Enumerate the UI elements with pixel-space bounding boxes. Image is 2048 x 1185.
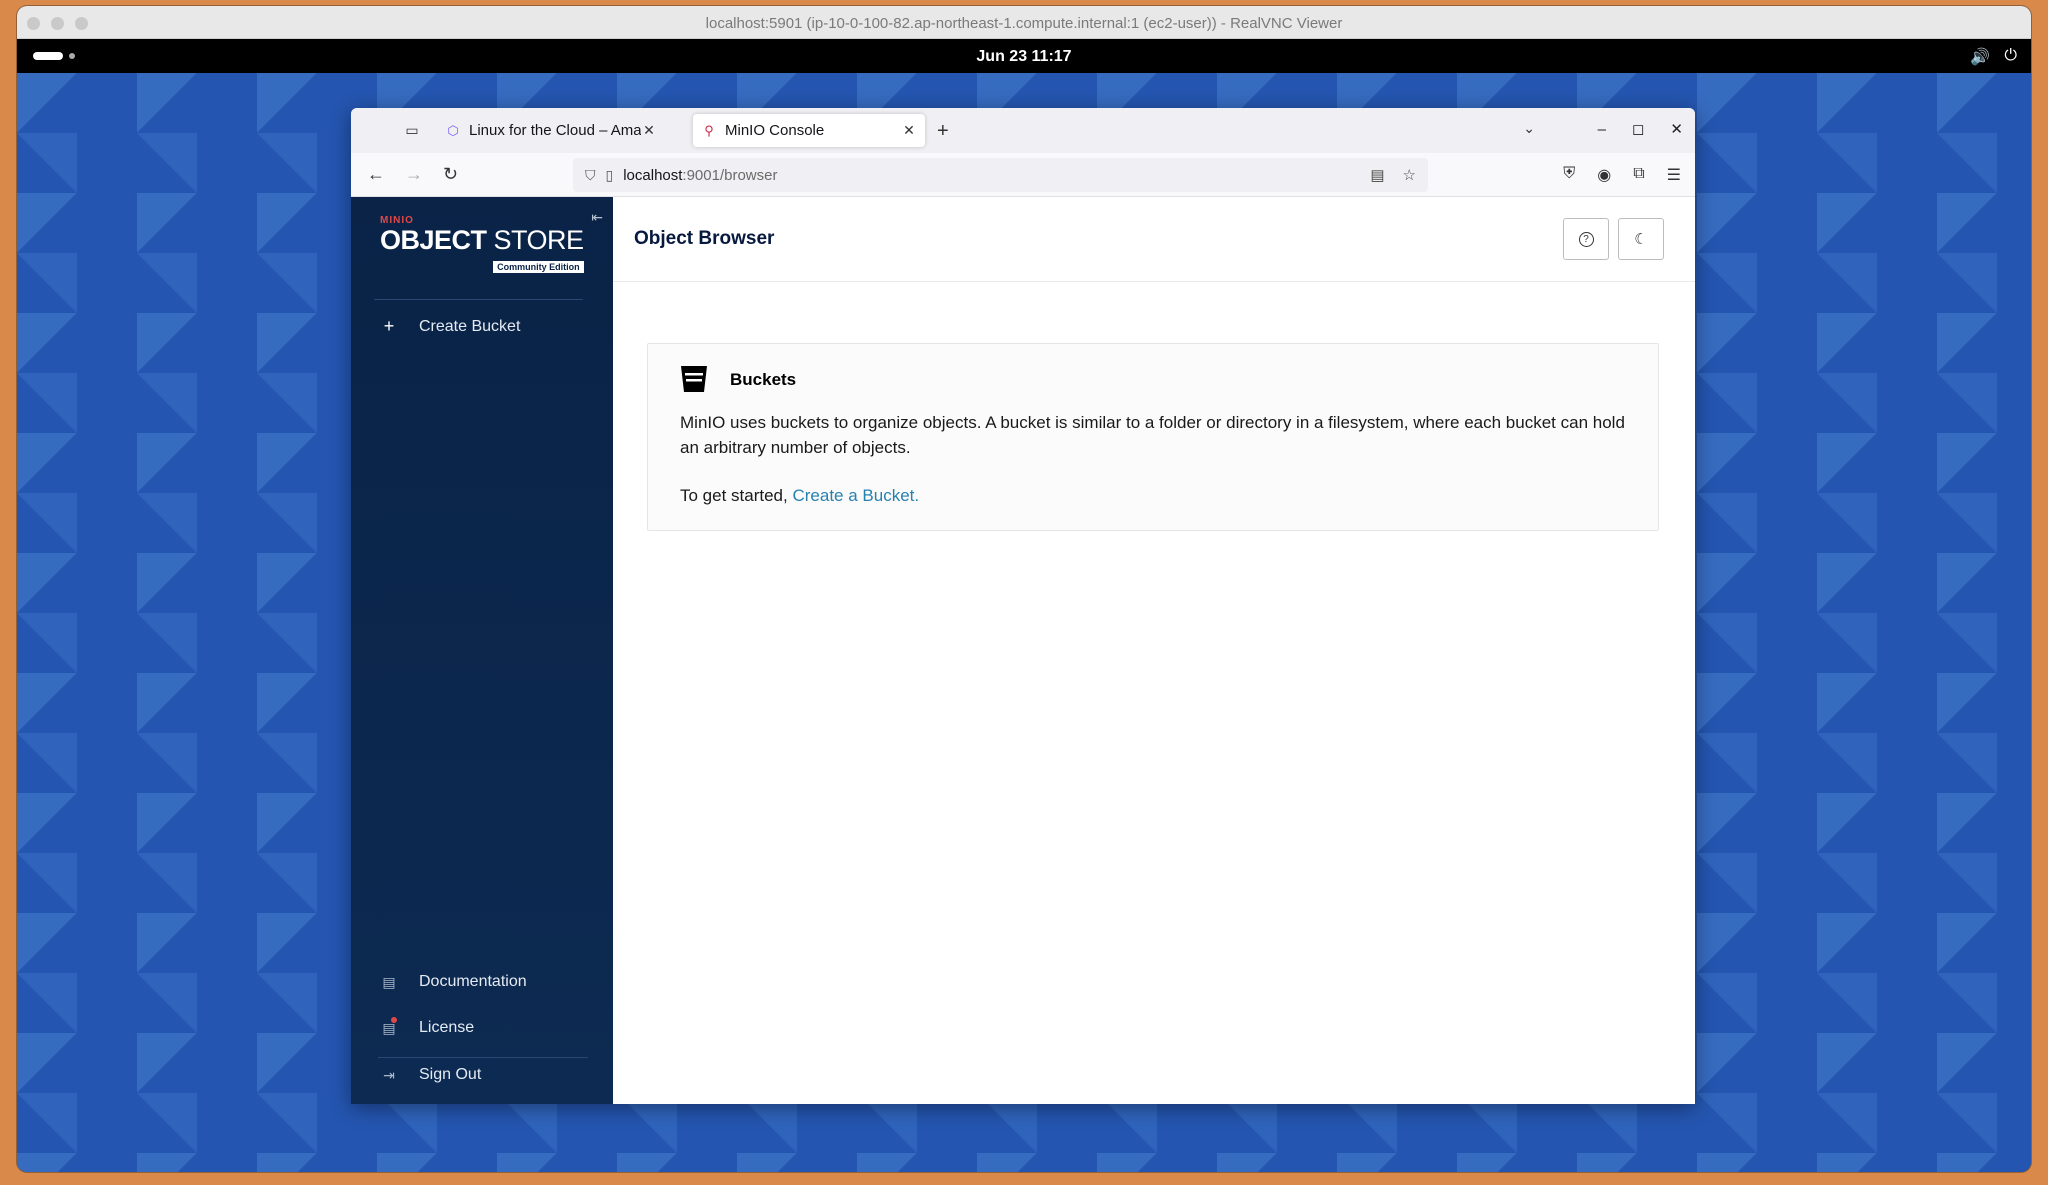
vnc-titlebar: localhost:5901 (ip-10-0-100-82.ap-northe…	[17, 6, 2031, 39]
moon-icon: ☾	[1634, 231, 1648, 248]
minimize-icon[interactable]: –	[1598, 121, 1606, 138]
account-icon[interactable]: ◉	[1597, 165, 1611, 185]
tab-label: MinIO Console	[725, 122, 825, 139]
minio-logo[interactable]: MINIO OBJECT STORE Community Edition	[380, 215, 585, 273]
tab-label: Linux for the Cloud – Ama	[469, 122, 641, 139]
get-started-prefix: To get started,	[680, 486, 788, 505]
logo-store: STORE	[493, 225, 585, 255]
back-icon[interactable]: ←	[367, 164, 385, 185]
sign-out-icon: ⇥	[383, 1066, 395, 1083]
reload-icon[interactable]: ↻	[443, 164, 458, 185]
buckets-info-card: Buckets MinIO uses buckets to organize o…	[647, 343, 1659, 531]
sidebar-item-label: Documentation	[419, 973, 527, 990]
sidebar-divider	[374, 299, 583, 300]
menu-icon[interactable]: ☰	[1667, 165, 1681, 185]
card-title: Buckets	[730, 370, 797, 389]
help-icon: ?	[1578, 231, 1594, 247]
help-button[interactable]: ?	[1563, 218, 1609, 260]
pocket-icon[interactable]: ⛨	[1563, 165, 1575, 185]
new-tab-button[interactable]: +	[937, 120, 949, 143]
main-content: Object Browser ? ☾ Buckets MinIO uses bu…	[613, 197, 1695, 1104]
vnc-window: localhost:5901 (ip-10-0-100-82.ap-northe…	[17, 6, 2031, 1172]
get-started-text: To get started, Create a Bucket.	[680, 486, 919, 506]
window-controls: – ◻ ✕	[1598, 120, 1683, 139]
clock[interactable]: Jun 23 11:17	[17, 48, 2031, 66]
page-header: Object Browser ? ☾	[613, 197, 1695, 282]
reader-view-icon[interactable]: ▤	[1370, 166, 1384, 184]
maximize-icon[interactable]: ◻	[1632, 120, 1644, 138]
url-path: :9001/browser	[682, 166, 778, 184]
close-icon[interactable]: ✕	[901, 122, 917, 139]
firefox-window: ▭ ⬡ Linux for the Cloud – Ama ✕ ⚲ MinIO …	[351, 108, 1695, 1104]
sidebar: MINIO OBJECT STORE Community Edition ⇤ +…	[351, 197, 613, 1104]
edition-badge: Community Edition	[493, 261, 584, 273]
minio-icon: ⚲	[704, 122, 714, 138]
sidebar-item-label: Create Bucket	[419, 317, 521, 335]
system-tray[interactable]: 🔊 ⏻	[1970, 47, 2017, 67]
sidebar-item-create-bucket[interactable]: + Create Bucket	[381, 316, 521, 337]
collapse-sidebar-icon[interactable]: ⇤	[591, 209, 603, 226]
sidebar-item-label: Sign Out	[419, 1066, 482, 1083]
navigation-bar: ← → ↻ ⛉ ▯ localhost:9001/browser ▤ ☆ ⛨ ◉…	[351, 153, 1695, 197]
close-icon[interactable]: ✕	[1670, 120, 1683, 138]
forward-icon[interactable]: →	[405, 164, 423, 185]
sidebar-item-documentation[interactable]: ▤ Documentation	[381, 973, 527, 991]
tab-list-icon[interactable]: ▭	[403, 122, 421, 138]
license-icon: ▤	[381, 1017, 397, 1037]
plus-icon: +	[383, 316, 395, 336]
shield-icon[interactable]: ⛉	[585, 167, 596, 184]
url-bar[interactable]: ⛉ ▯ localhost:9001/browser ▤ ☆	[573, 158, 1428, 192]
chevron-down-icon[interactable]: ⌄	[1523, 120, 1535, 137]
page-title: Object Browser	[634, 228, 775, 249]
gnome-top-bar: Jun 23 11:17 🔊 ⏻	[17, 39, 2031, 73]
bookmark-star-icon[interactable]: ☆	[1403, 166, 1416, 184]
tab-linux-cloud[interactable]: ⬡ Linux for the Cloud – Ama ✕	[437, 114, 665, 147]
sidebar-divider	[378, 1057, 588, 1058]
toolbar-right: ⛨ ◉ ⧉ ☰	[1563, 165, 1681, 185]
power-icon[interactable]: ⏻	[2004, 47, 2017, 67]
close-icon[interactable]: ✕	[641, 122, 657, 139]
dark-mode-button[interactable]: ☾	[1618, 218, 1664, 260]
documentation-icon: ▤	[382, 973, 396, 990]
create-bucket-link[interactable]: Create a Bucket.	[792, 486, 919, 505]
tab-strip: ▭ ⬡ Linux for the Cloud – Ama ✕ ⚲ MinIO …	[351, 108, 1695, 153]
bucket-icon	[681, 366, 707, 392]
card-description: MinIO uses buckets to organize objects. …	[680, 413, 1625, 457]
page-icon[interactable]: ▯	[606, 167, 614, 184]
minio-console: MINIO OBJECT STORE Community Edition ⇤ +…	[351, 197, 1695, 1104]
logo-object: OBJECT	[380, 225, 487, 255]
tab-minio-console[interactable]: ⚲ MinIO Console ✕	[693, 114, 925, 147]
sidebar-item-label: License	[419, 1019, 475, 1036]
volume-icon[interactable]: 🔊	[1970, 47, 1990, 67]
cube-icon: ⬡	[447, 122, 459, 138]
url-host: localhost	[623, 166, 683, 184]
extensions-icon[interactable]: ⧉	[1633, 165, 1644, 185]
sidebar-item-sign-out[interactable]: ⇥ Sign Out	[381, 1066, 481, 1084]
vnc-title: localhost:5901 (ip-10-0-100-82.ap-northe…	[705, 15, 1343, 32]
sidebar-item-license[interactable]: ▤ License	[381, 1017, 475, 1037]
